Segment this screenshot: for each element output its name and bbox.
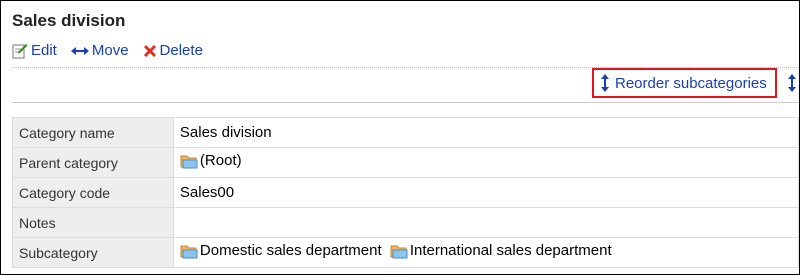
- parent-category-value: (Root): [199, 152, 242, 170]
- edit-button[interactable]: Edit: [12, 42, 57, 59]
- folder-icon: [390, 243, 408, 259]
- table-row: Category name Sales division: [12, 117, 799, 148]
- reorder-label: Reorder subcategories: [615, 74, 767, 92]
- notes-value: [172, 207, 799, 238]
- reorder-icon: [600, 74, 610, 92]
- table-row: Notes: [12, 207, 799, 238]
- row-label: Category name: [12, 117, 174, 148]
- table-row: Category code Sales00: [12, 177, 799, 208]
- subcategory-cell: Domestic sales department International …: [172, 237, 799, 268]
- row-label: Parent category: [12, 147, 174, 178]
- parent-category-link[interactable]: (Root): [180, 152, 242, 169]
- delete-label: Delete: [159, 42, 203, 59]
- reorder-secondary-icon[interactable]: [787, 74, 797, 97]
- row-label: Category code: [12, 177, 174, 208]
- subcategory-link[interactable]: International sales department: [390, 242, 612, 259]
- subcategory-link[interactable]: Domestic sales department: [180, 242, 382, 259]
- subcategory-label: International sales department: [409, 242, 612, 260]
- row-label: Notes: [12, 207, 174, 238]
- edit-label: Edit: [31, 42, 57, 59]
- reorder-subcategories-link[interactable]: Reorder subcategories: [592, 68, 777, 98]
- category-detail-panel: Sales division Edit Move Delete Reorder …: [0, 0, 800, 275]
- move-icon: [70, 45, 89, 57]
- folder-icon: [180, 243, 198, 259]
- folder-icon: [180, 153, 198, 169]
- delete-icon: [143, 44, 157, 58]
- section-divider: [12, 102, 799, 103]
- category-code-value: Sales00: [172, 177, 799, 208]
- subcategory-label: Domestic sales department: [199, 242, 382, 260]
- row-label: Subcategory: [12, 237, 174, 268]
- page-title: Sales division: [12, 11, 126, 30]
- parent-category-cell: (Root): [172, 147, 799, 178]
- edit-icon: [12, 43, 28, 59]
- toolbar: Edit Move Delete: [12, 42, 217, 59]
- table-row: Parent category (Root): [12, 147, 799, 178]
- category-name-value: Sales division: [172, 117, 799, 148]
- category-properties-table: Category name Sales division Parent cate…: [12, 117, 799, 268]
- move-button[interactable]: Move: [70, 42, 129, 59]
- delete-button[interactable]: Delete: [143, 42, 203, 59]
- move-label: Move: [91, 42, 129, 59]
- table-row: Subcategory Domestic sales department In…: [12, 237, 799, 268]
